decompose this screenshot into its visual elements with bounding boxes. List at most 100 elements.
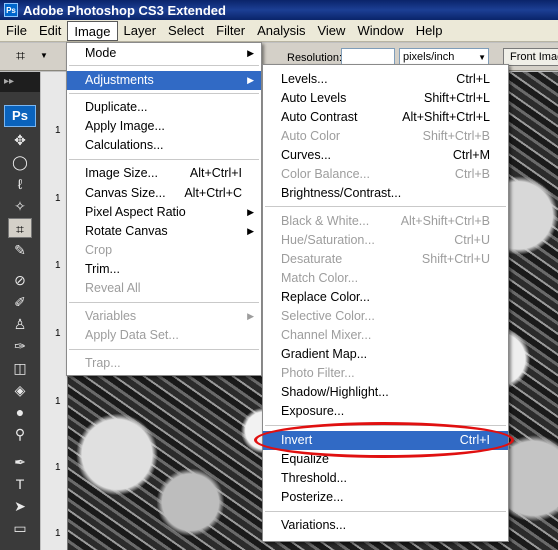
paint-bucket-tool-icon[interactable]: ◈ [8, 380, 32, 400]
adjust-item-gradient-map[interactable]: Gradient Map... [263, 345, 508, 364]
image-menu-item-rotate-canvas[interactable]: Rotate Canvas ▶ [67, 222, 261, 241]
ruler-mark: 1 [55, 260, 61, 271]
adjust-item-posterize[interactable]: Posterize... [263, 488, 508, 507]
adjust-item-auto-contrast[interactable]: Auto Contrast Alt+Shift+Ctrl+L [263, 108, 508, 127]
menu-file[interactable]: File [0, 21, 33, 41]
image-menu-item-reveal-all: Reveal All [67, 279, 261, 298]
ruler-mark: 1 [55, 193, 61, 204]
adjust-item-auto-levels[interactable]: Auto Levels Shift+Ctrl+L [263, 89, 508, 108]
adjust-item-exposure[interactable]: Exposure... [263, 402, 508, 421]
image-menu-item-image-size[interactable]: Image Size... Alt+Ctrl+I [67, 164, 261, 183]
submenu-arrow-icon: ▶ [247, 226, 254, 236]
tool-preset-dropdown-icon[interactable]: ▼ [40, 51, 48, 60]
menu-bar: File Edit Image Layer Select Filter Anal… [0, 20, 558, 42]
item-label: Desaturate [281, 252, 343, 266]
image-menu-item-pixel-aspect-ratio[interactable]: Pixel Aspect Ratio ▶ [67, 203, 261, 222]
image-menu-item-canvas-size[interactable]: Canvas Size... Alt+Ctrl+C [67, 184, 261, 203]
history-brush-tool-icon[interactable]: ✑ [8, 336, 32, 356]
path-selection-tool-icon[interactable]: ➤ [8, 496, 32, 516]
menu-separator [69, 159, 259, 160]
item-label: Gradient Map... [281, 347, 368, 361]
healing-brush-tool-icon[interactable]: ⊘ [8, 270, 32, 290]
menu-layer[interactable]: Layer [118, 21, 163, 41]
ruler-mark: 1 [55, 328, 61, 339]
adjust-item-black-white: Black & White... Alt+Shift+Ctrl+B [263, 212, 508, 231]
image-menu-item-mode[interactable]: Mode ▶ [67, 44, 261, 63]
menu-separator [69, 349, 259, 350]
resolution-units-value: pixels/inch [403, 51, 455, 63]
photoshop-badge[interactable]: Ps [4, 105, 36, 127]
menu-analysis[interactable]: Analysis [251, 21, 311, 41]
photoshop-logo-icon: Ps [4, 3, 18, 17]
clone-stamp-tool-icon[interactable]: ♙ [8, 314, 32, 334]
adjust-item-replace-color[interactable]: Replace Color... [263, 288, 508, 307]
image-menu-item-apply-data-set: Apply Data Set... [67, 326, 261, 345]
menu-separator [265, 425, 506, 426]
item-label: Threshold... [281, 471, 348, 485]
adjustments-submenu: Levels... Ctrl+L Auto Levels Shift+Ctrl+… [262, 64, 509, 542]
lasso-tool-icon[interactable]: ℓ [8, 174, 32, 194]
menu-separator [265, 206, 506, 207]
marquee-tool-icon[interactable]: ◯ [8, 152, 32, 172]
adjust-item-equalize[interactable]: Equalize [263, 450, 508, 469]
menu-help[interactable]: Help [410, 21, 449, 41]
adjust-item-variations[interactable]: Variations... [263, 516, 508, 535]
item-label: Channel Mixer... [281, 328, 372, 342]
item-label: Levels... [281, 72, 328, 86]
image-menu-item-trim[interactable]: Trim... [67, 260, 261, 279]
move-tool-icon[interactable]: ✥ [8, 130, 32, 150]
adjust-item-invert[interactable]: Invert Ctrl+I [263, 431, 508, 450]
toolbox-header[interactable]: ▸▸ [0, 72, 40, 92]
adjust-item-curves[interactable]: Curves... Ctrl+M [263, 146, 508, 165]
adjust-item-brightness-contrast[interactable]: Brightness/Contrast... [263, 184, 508, 203]
adjust-item-threshold[interactable]: Threshold... [263, 469, 508, 488]
item-shortcut: Shift+Ctrl+U [421, 252, 490, 266]
menu-filter[interactable]: Filter [210, 21, 251, 41]
eraser-tool-icon[interactable]: ◫ [8, 358, 32, 378]
dodge-tool-icon[interactable]: ⚲ [8, 424, 32, 444]
blur-tool-icon[interactable]: ● [8, 402, 32, 422]
image-menu-item-apply-image[interactable]: Apply Image... [67, 117, 261, 136]
image-menu-item-crop: Crop [67, 241, 261, 260]
item-shortcut: Ctrl+L [456, 72, 490, 86]
menu-edit[interactable]: Edit [33, 21, 67, 41]
item-label: Invert [281, 433, 313, 447]
menu-select[interactable]: Select [162, 21, 210, 41]
item-label: Hue/Saturation... [281, 233, 375, 247]
ruler-mark: 1 [55, 125, 61, 136]
crop-tool-selected-icon[interactable]: ⌗ [8, 218, 32, 238]
adjust-item-match-color: Match Color... [263, 269, 508, 288]
title-bar: Ps Adobe Photoshop CS3 Extended [0, 0, 558, 20]
rectangle-tool-icon[interactable]: ▭ [8, 518, 32, 538]
item-label: Auto Color [281, 129, 341, 143]
adjust-item-levels[interactable]: Levels... Ctrl+L [263, 70, 508, 89]
menu-view[interactable]: View [311, 21, 351, 41]
submenu-arrow-icon: ▶ [247, 207, 254, 217]
item-shortcut: Alt+Ctrl+C [184, 186, 242, 200]
image-menu-item-calculations[interactable]: Calculations... [67, 136, 261, 155]
menu-window[interactable]: Window [351, 21, 409, 41]
submenu-arrow-icon: ▶ [247, 48, 254, 58]
adjust-item-photo-filter: Photo Filter... [263, 364, 508, 383]
item-label: Selective Color... [281, 309, 375, 323]
image-menu-item-adjustments[interactable]: Adjustments ▶ [67, 71, 261, 90]
item-label: Mode [85, 46, 117, 60]
item-label: Pixel Aspect Ratio [85, 205, 186, 219]
magic-wand-tool-icon[interactable]: ✧ [8, 196, 32, 216]
adjust-item-shadow-highlight[interactable]: Shadow/Highlight... [263, 383, 508, 402]
item-label: Apply Data Set... [85, 328, 179, 342]
brush-tool-icon[interactable]: ✐ [8, 292, 32, 312]
crop-tool-icon[interactable]: ⌗ [16, 48, 36, 66]
adjust-item-color-balance: Color Balance... Ctrl+B [263, 165, 508, 184]
menu-separator [69, 93, 259, 94]
item-label: Image Size... [85, 166, 158, 180]
item-label: Equalize [281, 452, 329, 466]
submenu-arrow-icon: ▶ [247, 311, 254, 321]
front-image-button[interactable]: Front Imag [503, 48, 558, 66]
eyedropper-tool-icon[interactable]: ✎ [8, 240, 32, 260]
type-tool-icon[interactable]: T [8, 474, 32, 494]
pen-tool-icon[interactable]: ✒ [8, 452, 32, 472]
image-menu-item-duplicate[interactable]: Duplicate... [67, 98, 261, 117]
menu-image[interactable]: Image [67, 20, 118, 41]
item-label: Brightness/Contrast... [281, 186, 402, 200]
